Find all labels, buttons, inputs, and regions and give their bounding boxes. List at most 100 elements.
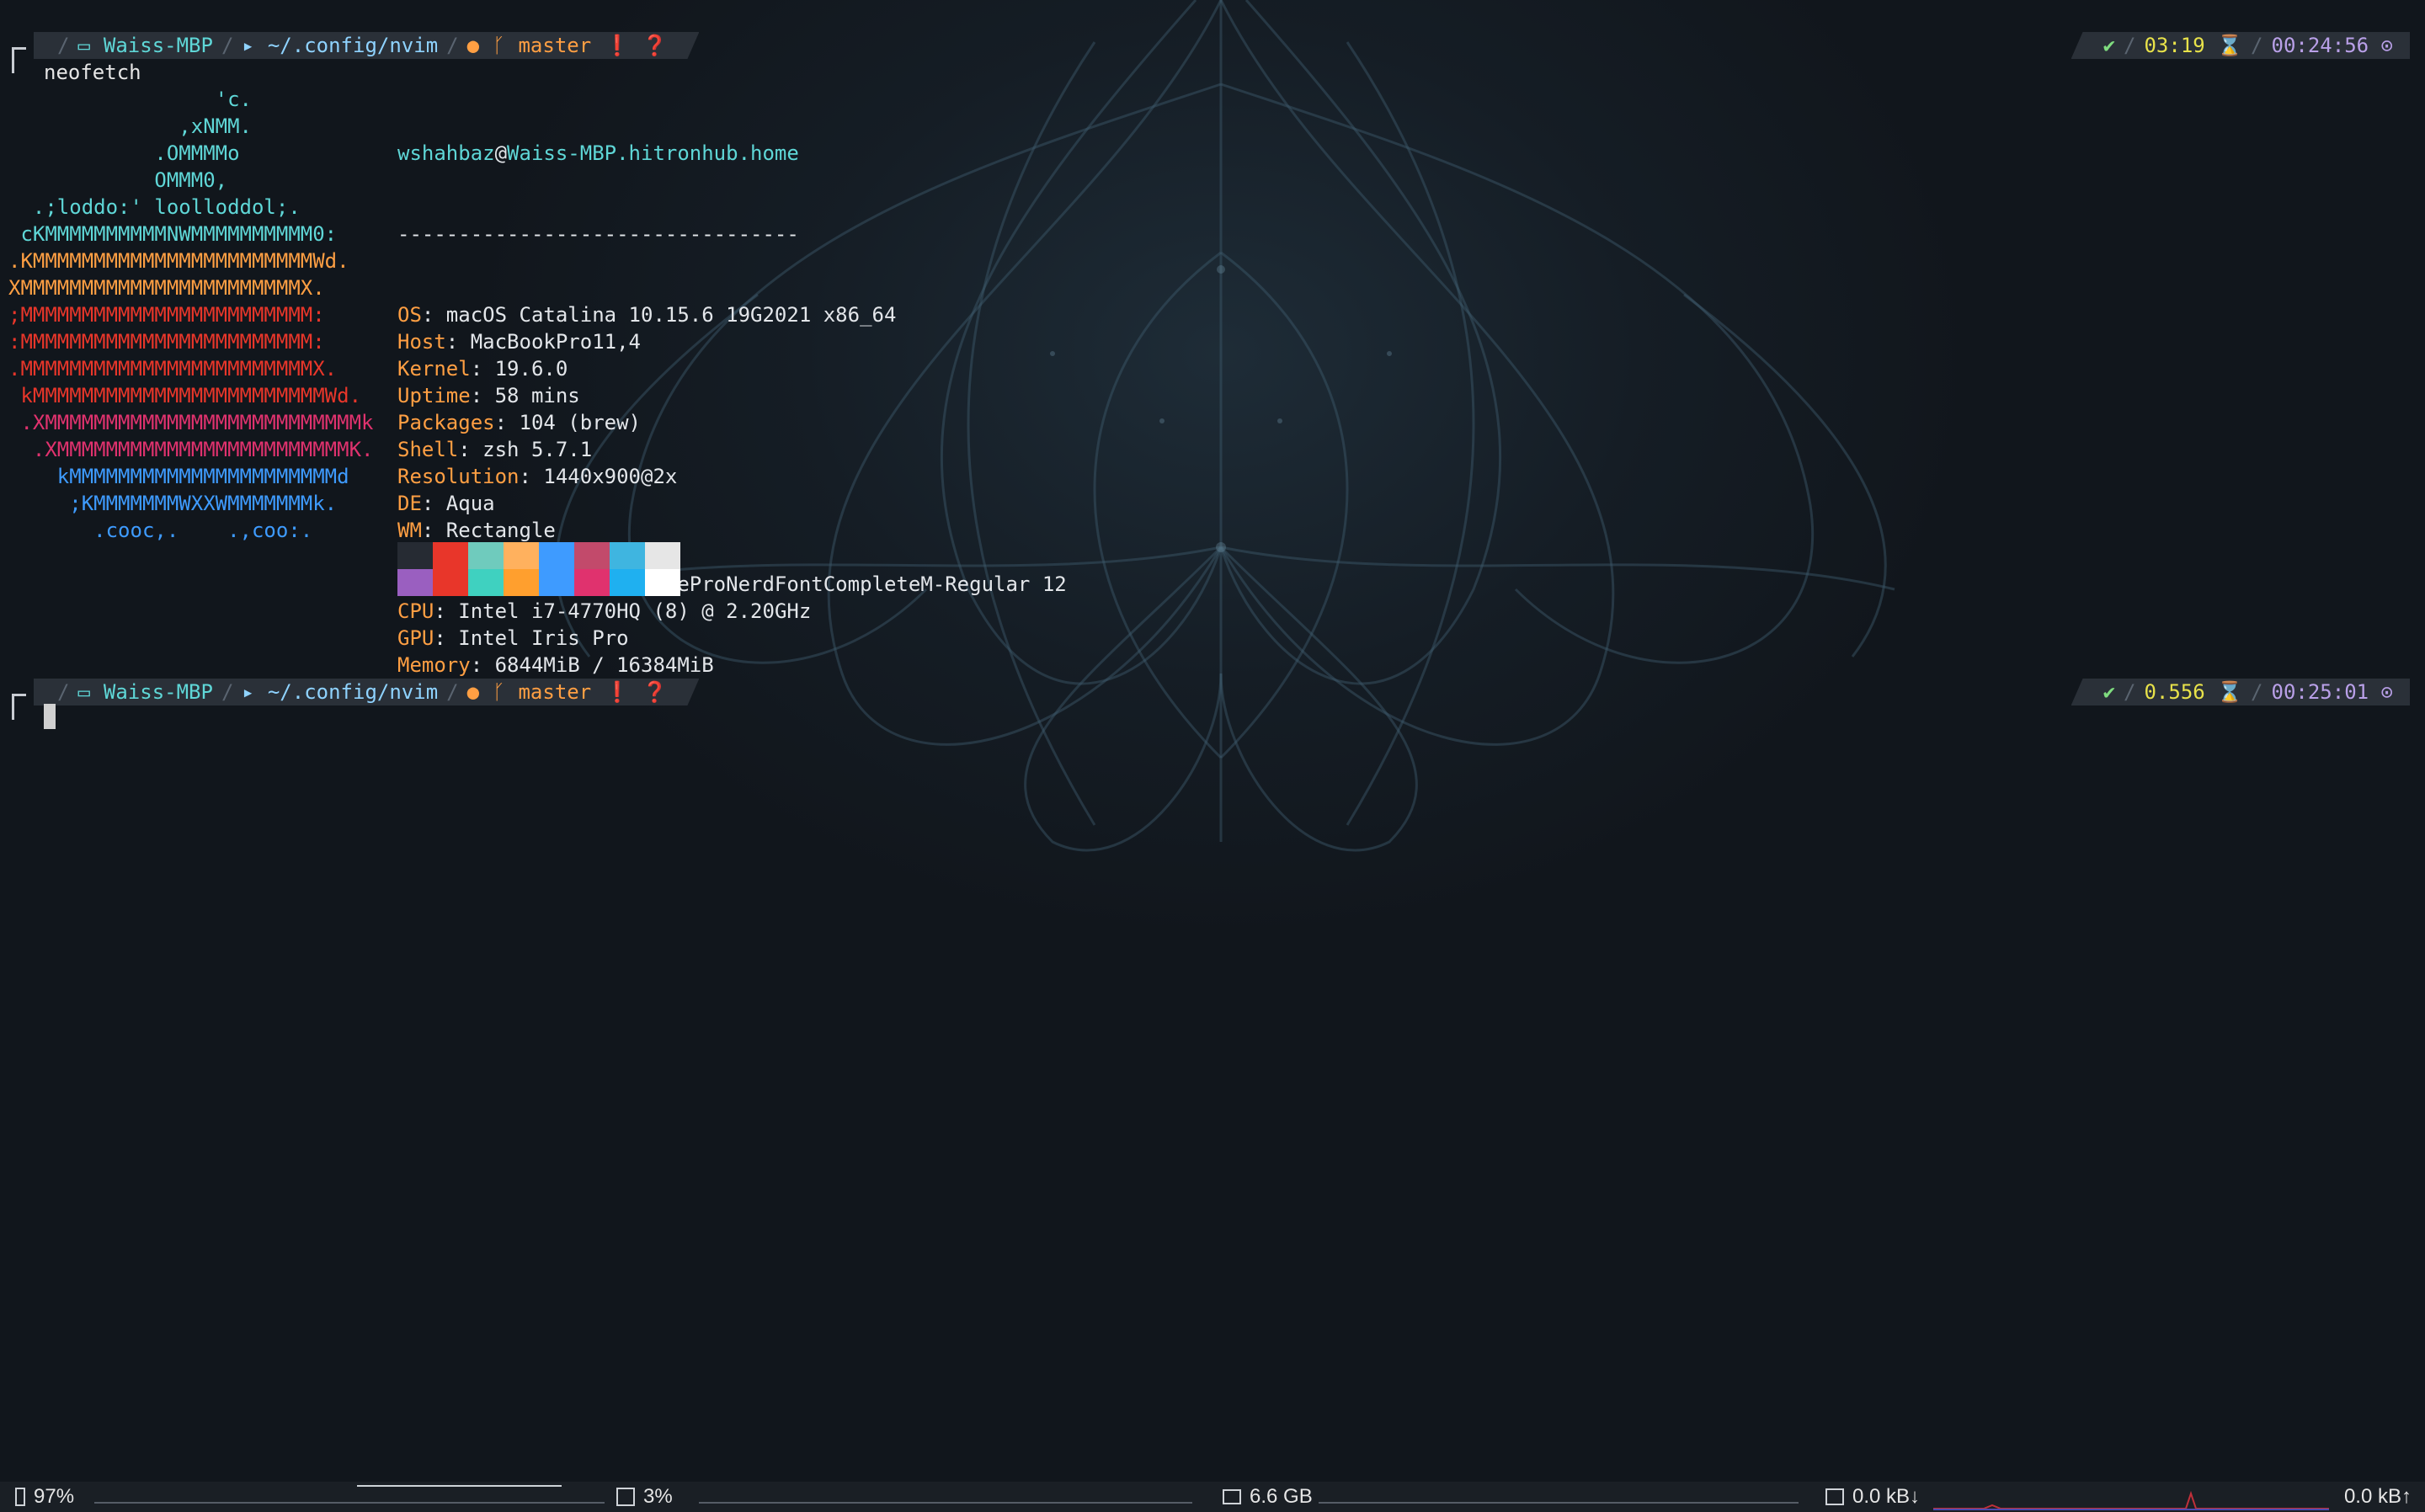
palette-swatch — [397, 569, 433, 596]
info-value: : 58 mins — [470, 384, 580, 407]
logo-line: XMMMMMMMMMMMMMMMMMMMMMMMX. — [8, 276, 325, 300]
info-key: Uptime — [397, 384, 471, 407]
separator-icon: / — [221, 680, 234, 704]
network-up-status: 0.0 kB↑ — [2344, 1482, 2412, 1512]
info-value: : zsh 5.7.1 — [458, 438, 593, 461]
network-status: 0.0 kB↓ — [1825, 1482, 1920, 1512]
prompt-bar-right-2: ✔ / 0.556 ⌛ / 00:25:01 ⊙ — [2071, 679, 2410, 705]
info-value: : Aqua — [421, 492, 495, 515]
command-text: neofetch — [44, 61, 141, 84]
network-graph — [1933, 1490, 2329, 1510]
git-status-icons: ❗ ❓ — [605, 34, 668, 57]
logo-line: .MMMMMMMMMMMMMMMMMMMMMMMMX. — [8, 357, 338, 381]
memory-status: 6.6 GB — [1223, 1482, 1313, 1512]
prompt-branch: master — [518, 680, 592, 704]
palette-swatch — [468, 569, 504, 596]
info-row: Kernel: 19.6.0 — [397, 355, 1067, 382]
battery-status: 97% — [15, 1482, 74, 1512]
logo-line: 'c. — [8, 88, 252, 111]
separator-icon: / — [57, 34, 70, 57]
info-value: : 6844MiB / 16384MiB — [470, 653, 714, 677]
separator-icon: / — [446, 680, 459, 704]
logo-line: ;KMMMMMMMWXXWMMMMMMMk. — [8, 492, 338, 515]
git-status-icons: ❗ ❓ — [605, 680, 668, 704]
prompt-bar-left: / ▭ Waiss-MBP / ▸ ~/.config/nvim / ● ᚴ m… — [34, 32, 699, 59]
network-down: 0.0 kB↓ — [1852, 1485, 1921, 1508]
separator-icon: / — [57, 680, 70, 704]
info-row: Packages: 104 (brew) — [397, 409, 1067, 436]
palette-swatch — [610, 569, 645, 596]
logo-line: :MMMMMMMMMMMMMMMMMMMMMMMM: — [8, 330, 325, 354]
info-key: Packages — [397, 411, 495, 434]
separator-icon: / — [2124, 680, 2136, 704]
prompt-clock: 00:25:01 ⊙ — [2271, 680, 2394, 704]
prompt-branch: master — [518, 34, 592, 57]
palette-swatch — [539, 569, 574, 596]
check-icon: ✔ — [2103, 680, 2116, 704]
info-row: Uptime: 58 mins — [397, 382, 1067, 409]
info-row: WM: Rectangle — [397, 517, 1067, 544]
command-duration: 03:19 ⌛ — [2144, 34, 2243, 57]
info-key: OS — [397, 303, 422, 327]
info-at: @ — [494, 141, 508, 165]
prompt-bracket-top-2 — [12, 694, 26, 720]
info-key: GPU — [397, 626, 434, 650]
battery-icon — [15, 1488, 25, 1506]
info-key: CPU — [397, 599, 434, 623]
logo-line: cKMMMMMMMMMMNWMMMMMMMMMM0: — [8, 222, 338, 246]
system-info: wshahbaz@Waiss-MBP.hitronhub.home ------… — [397, 86, 1067, 732]
git-branch-icon: ᚴ — [493, 680, 505, 704]
cpu-status: 3% — [616, 1482, 673, 1512]
separator-icon: / — [2251, 680, 2263, 704]
network-icon — [1825, 1488, 1844, 1505]
info-value: : MacBookPro11,4 — [445, 330, 641, 354]
logo-line: OMMM0, — [8, 168, 228, 192]
prompt-bar-left-2: / ▭ Waiss-MBP / ▸ ~/.config/nvim / ● ᚴ m… — [34, 679, 699, 705]
check-icon: ✔ — [2103, 34, 2116, 57]
info-value: : Intel Iris Pro — [434, 626, 629, 650]
logo-line: .XMMMMMMMMMMMMMMMMMMMMMMMMK. — [8, 438, 374, 461]
terminal-cursor[interactable] — [44, 704, 56, 729]
palette-swatch — [504, 542, 539, 569]
info-row: GPU: Intel Iris Pro — [397, 625, 1067, 652]
info-row: DE: Aqua — [397, 490, 1067, 517]
palette-swatch — [610, 542, 645, 569]
memory-used: 6.6 GB — [1250, 1485, 1313, 1508]
palette-swatch — [504, 569, 539, 596]
palette-swatch — [433, 569, 468, 596]
github-icon: ● — [466, 34, 480, 57]
info-row: CPU: Intel i7-4770HQ (8) @ 2.20GHz — [397, 598, 1067, 625]
info-row: Host: MacBookPro11,4 — [397, 328, 1067, 355]
palette-swatch — [397, 542, 433, 569]
prompt-bar-right: ✔ / 03:19 ⌛ / 00:24:56 ⊙ — [2071, 32, 2410, 59]
network-up: 0.0 kB↑ — [2343, 1485, 2412, 1508]
git-branch-icon: ᚴ — [493, 34, 505, 57]
prompt-host: Waiss-MBP — [103, 680, 213, 704]
folder-icon: ▸ — [242, 34, 254, 57]
battery-graph — [94, 1502, 605, 1504]
logo-line: .XMMMMMMMMMMMMMMMMMMMMMMMMMMk — [8, 411, 374, 434]
logo-line: .KMMMMMMMMMMMMMMMMMMMMMMMWd. — [8, 249, 349, 273]
battery-level-bar — [357, 1485, 562, 1487]
info-key: Resolution — [397, 465, 520, 488]
info-value: : Rectangle — [421, 519, 556, 542]
prompt-host: Waiss-MBP — [103, 34, 213, 57]
info-key: DE — [397, 492, 422, 515]
laptop-icon: ▭ — [77, 680, 90, 704]
info-row: Memory: 6844MiB / 16384MiB — [397, 652, 1067, 679]
memory-icon — [1223, 1489, 1241, 1504]
info-key: Host — [397, 330, 446, 354]
logo-line: ,xNMM. — [8, 114, 252, 138]
logo-line: .OMMMMo — [8, 141, 240, 165]
logo-line: .;loddo:' loolloddol;. — [8, 195, 301, 219]
cpu-icon — [616, 1488, 635, 1506]
logo-line: kMMMMMMMMMMMMMMMMMMMMMMMMWd. — [8, 384, 362, 407]
info-value: : 104 (brew) — [494, 411, 641, 434]
battery-percent: 97% — [34, 1485, 75, 1508]
logo-line: ;MMMMMMMMMMMMMMMMMMMMMMMM: — [8, 303, 325, 327]
cpu-graph-line — [699, 1502, 1192, 1504]
palette-swatch — [468, 542, 504, 569]
info-key: Kernel — [397, 357, 471, 381]
info-key: Memory — [397, 653, 471, 677]
palette-swatch — [539, 542, 574, 569]
